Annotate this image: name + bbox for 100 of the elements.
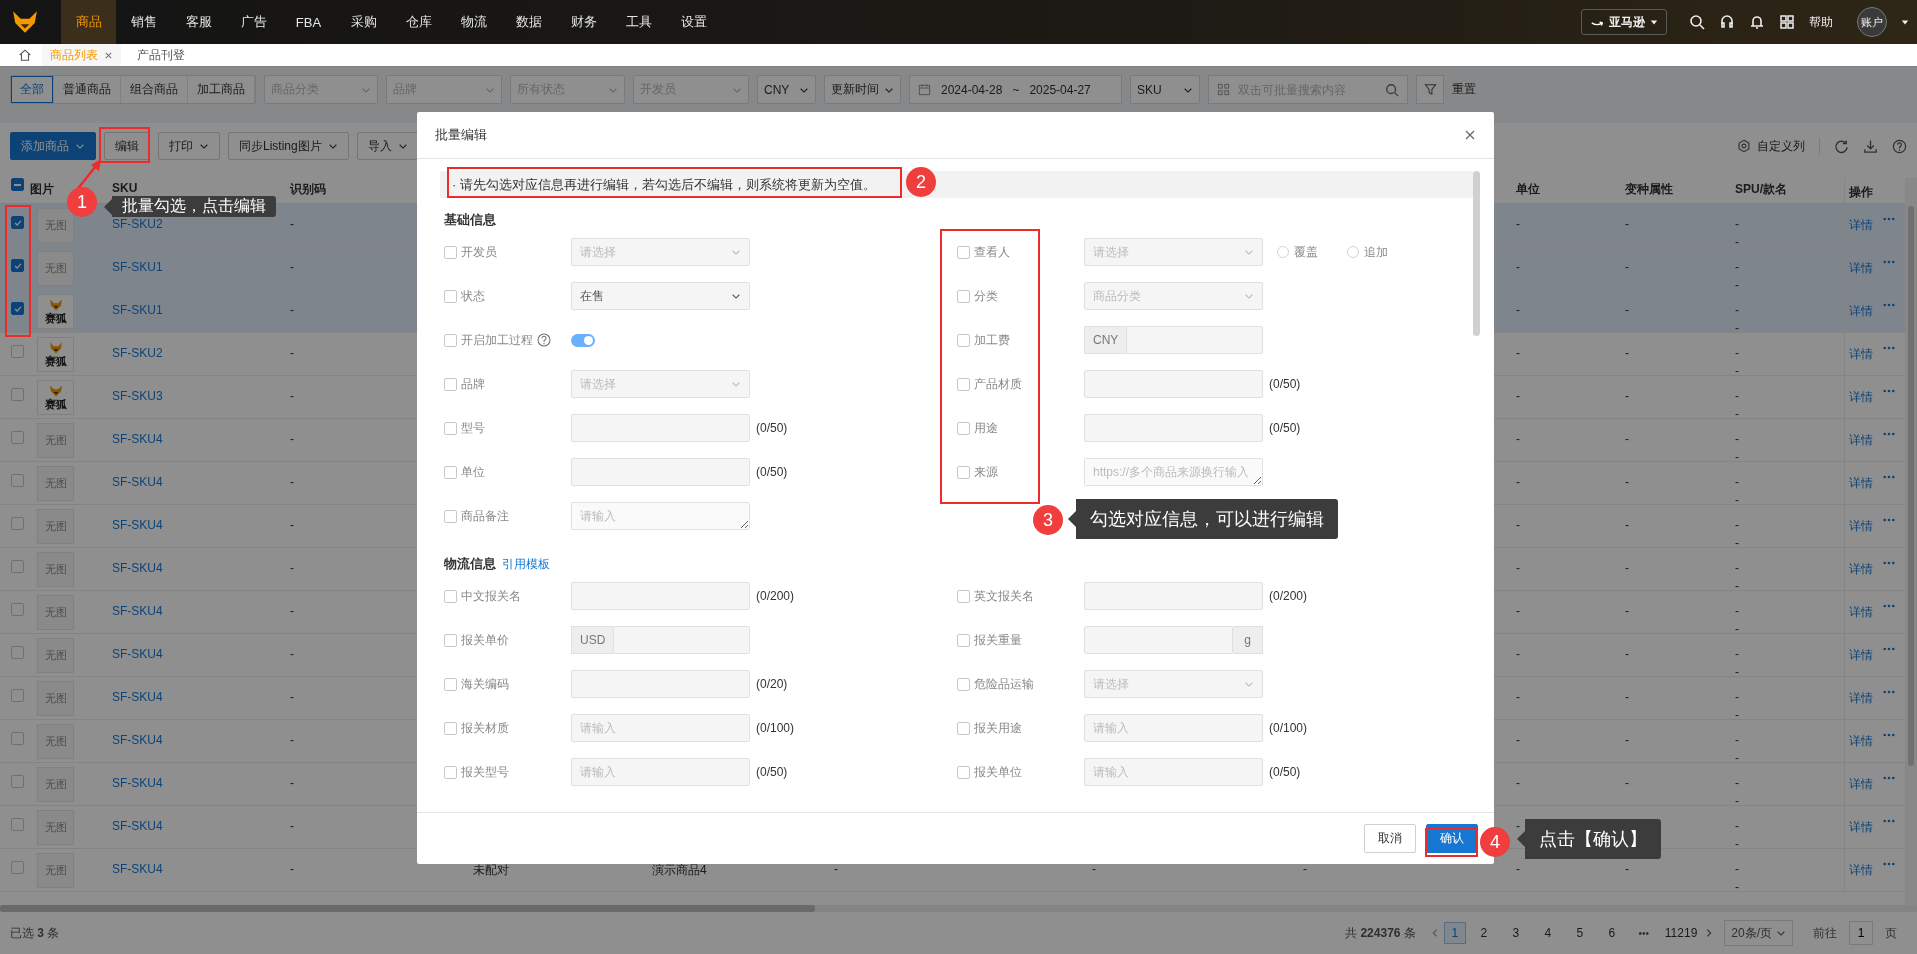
- page-number[interactable]: 2: [1469, 922, 1498, 944]
- nav-item[interactable]: 销售: [116, 0, 171, 44]
- filter-select[interactable]: 更新时间: [824, 75, 901, 104]
- sku-link[interactable]: SF-SKU1: [112, 260, 163, 274]
- checkbox[interactable]: [444, 377, 457, 391]
- platform-selector[interactable]: 亚马逊: [1581, 9, 1667, 35]
- checkbox[interactable]: [11, 689, 24, 702]
- nav-item[interactable]: 财务: [556, 0, 611, 44]
- details-link[interactable]: 详情: [1849, 217, 1873, 234]
- sku-link[interactable]: SF-SKU4: [112, 690, 163, 704]
- page-tab[interactable]: 商品列表: [42, 44, 121, 66]
- checkbox[interactable]: [11, 861, 24, 874]
- checkbox[interactable]: [11, 775, 24, 788]
- page-size-select[interactable]: 20条/页: [1724, 920, 1793, 946]
- toolbar-button[interactable]: 同步Listing图片: [228, 132, 349, 160]
- checkbox[interactable]: [957, 333, 970, 347]
- details-link[interactable]: 详情: [1849, 346, 1873, 363]
- page-number[interactable]: 4: [1533, 922, 1562, 944]
- sku-link[interactable]: SF-SKU4: [112, 604, 163, 618]
- details-link[interactable]: 详情: [1849, 776, 1873, 793]
- more-icon[interactable]: [1883, 475, 1895, 479]
- checkbox[interactable]: [444, 633, 457, 647]
- details-link[interactable]: 详情: [1849, 303, 1873, 320]
- more-icon[interactable]: [1883, 690, 1895, 694]
- help-link[interactable]: 帮助: [1809, 13, 1833, 31]
- more-icon[interactable]: [1883, 260, 1895, 264]
- account-avatar[interactable]: 账户: [1857, 7, 1887, 37]
- details-link[interactable]: 详情: [1849, 260, 1873, 277]
- more-icon[interactable]: [1883, 862, 1895, 866]
- checkbox[interactable]: [11, 732, 24, 745]
- sku-link[interactable]: SF-SKU4: [112, 862, 163, 876]
- sku-link[interactable]: SF-SKU3: [112, 389, 163, 403]
- page-tab[interactable]: 产品刊登: [129, 44, 193, 66]
- more-icon[interactable]: [1883, 217, 1895, 221]
- template-link[interactable]: 引用模板: [502, 555, 550, 573]
- nav-item[interactable]: 商品: [61, 0, 116, 44]
- radio-button[interactable]: [1347, 246, 1359, 258]
- scrollbar[interactable]: [1473, 171, 1480, 336]
- page-number[interactable]: 6: [1597, 922, 1626, 944]
- nav-item[interactable]: 仓库: [391, 0, 446, 44]
- page-input[interactable]: 1: [1849, 921, 1873, 945]
- sku-link[interactable]: SF-SKU4: [112, 819, 163, 833]
- more-icon[interactable]: [1883, 561, 1895, 565]
- checkbox[interactable]: [11, 818, 24, 831]
- checkbox[interactable]: [957, 721, 970, 735]
- sku-link[interactable]: SF-SKU4: [112, 561, 163, 575]
- toolbar-button[interactable]: 导入: [356, 132, 419, 160]
- text-field[interactable]: [1084, 414, 1263, 442]
- more-icon[interactable]: [1883, 389, 1895, 393]
- toggle-switch[interactable]: [571, 333, 595, 347]
- checkbox[interactable]: [444, 421, 457, 435]
- select-field[interactable]: 在售: [571, 282, 750, 310]
- checkbox[interactable]: [957, 289, 970, 303]
- close-icon[interactable]: [1464, 129, 1476, 141]
- search-by-select[interactable]: SKU: [1130, 75, 1200, 104]
- text-field[interactable]: [571, 670, 750, 698]
- headset-icon[interactable]: [1719, 14, 1735, 30]
- filter-select[interactable]: CNY: [757, 75, 816, 104]
- details-link[interactable]: 详情: [1849, 432, 1873, 449]
- scrollbar[interactable]: [1905, 178, 1917, 905]
- checkbox[interactable]: [444, 589, 457, 603]
- text-field[interactable]: [571, 458, 750, 486]
- select-all-checkbox[interactable]: [11, 178, 24, 191]
- nav-item[interactable]: 工具: [611, 0, 666, 44]
- more-icon[interactable]: [1883, 518, 1895, 522]
- bell-icon[interactable]: [1749, 14, 1765, 30]
- checkbox[interactable]: [11, 259, 24, 272]
- sku-link[interactable]: SF-SKU4: [112, 776, 163, 790]
- more-icon[interactable]: [1883, 819, 1895, 823]
- download-icon[interactable]: [1863, 138, 1878, 154]
- nav-item[interactable]: 采购: [336, 0, 391, 44]
- home-icon[interactable]: [18, 48, 32, 62]
- sku-link[interactable]: SF-SKU2: [112, 217, 163, 231]
- checkbox[interactable]: [11, 216, 24, 229]
- sku-link[interactable]: SF-SKU4: [112, 432, 163, 446]
- more-icon[interactable]: [1883, 604, 1895, 608]
- apps-grid-icon[interactable]: [1779, 14, 1795, 30]
- checkbox[interactable]: [957, 377, 970, 391]
- toolbar-button[interactable]: 编辑: [104, 132, 150, 160]
- checkbox[interactable]: [11, 517, 24, 530]
- toolbar-button[interactable]: 添加商品: [10, 132, 96, 160]
- nav-item[interactable]: 物流: [446, 0, 501, 44]
- checkbox[interactable]: [957, 245, 970, 259]
- checkbox[interactable]: [11, 431, 24, 444]
- text-field[interactable]: [1126, 326, 1263, 354]
- checkbox[interactable]: [444, 333, 457, 347]
- nav-item[interactable]: 客服: [171, 0, 226, 44]
- more-icon[interactable]: [1883, 733, 1895, 737]
- checkbox[interactable]: [11, 646, 24, 659]
- checkbox[interactable]: [11, 603, 24, 616]
- sku-link[interactable]: SF-SKU4: [112, 733, 163, 747]
- more-icon[interactable]: [1883, 303, 1895, 307]
- nav-item[interactable]: 设置: [666, 0, 721, 44]
- page-ellipsis[interactable]: •••: [1629, 922, 1658, 944]
- details-link[interactable]: 详情: [1849, 389, 1873, 406]
- text-field[interactable]: [1084, 582, 1263, 610]
- filter-button[interactable]: [1416, 75, 1444, 104]
- page-number[interactable]: 3: [1501, 922, 1530, 944]
- page-number[interactable]: 11219: [1661, 922, 1701, 944]
- type-tab[interactable]: 全部: [11, 76, 54, 103]
